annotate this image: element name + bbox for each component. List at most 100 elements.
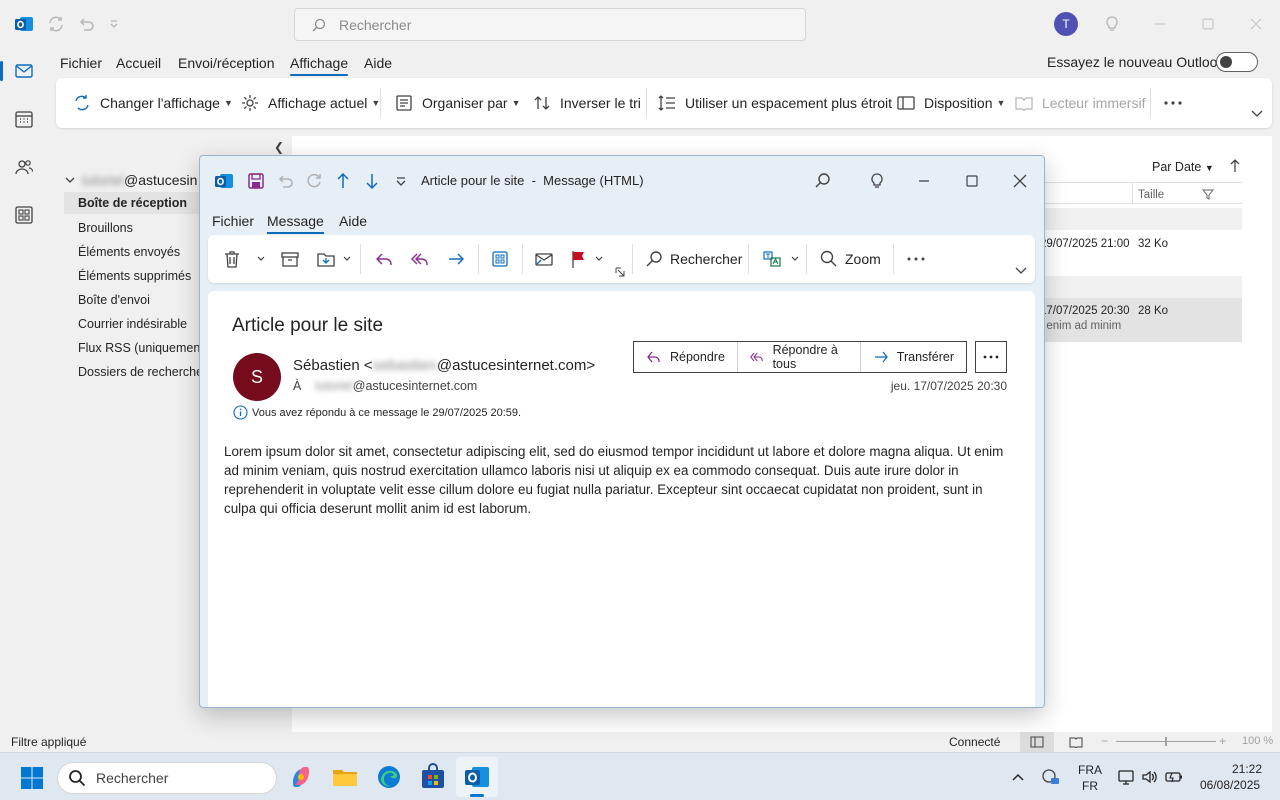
previous-item-icon[interactable] (333, 171, 353, 191)
taskbar-outlook-active[interactable] (456, 757, 498, 797)
account-header[interactable]: tutoriel@astucesin (64, 172, 197, 188)
edge-icon[interactable] (375, 763, 403, 791)
folder-drafts[interactable]: Brouillons (78, 221, 133, 235)
menu-fichier[interactable]: Fichier (60, 55, 102, 71)
rail-people[interactable] (6, 149, 42, 185)
weather-icon[interactable] (1040, 768, 1060, 786)
chevron-down-icon (257, 256, 265, 261)
column-size-header[interactable]: Taille (1138, 189, 1164, 201)
folder-deleted[interactable]: Éléments supprimés (78, 269, 191, 283)
current-view-button[interactable]: Affichage actuel ▼ (240, 92, 380, 114)
list-item-selected[interactable]: 17/07/2025 20:30 28 Ko t enim ad minim (1032, 298, 1242, 342)
immersive-reader-button[interactable]: Lecteur immersif (1014, 92, 1145, 114)
folder-outbox[interactable]: Boîte d'envoi (78, 293, 150, 307)
menu-accueil[interactable]: Accueil (116, 55, 161, 71)
clock-date[interactable]: 06/08/2025 (1200, 778, 1260, 792)
forward-ribbon-button[interactable] (446, 247, 466, 271)
reply-all-ribbon-button[interactable] (410, 247, 430, 271)
more-actions-button[interactable] (975, 341, 1007, 373)
dialog-launcher-icon[interactable] (615, 267, 625, 277)
folder-junk[interactable]: Courrier indésirable (78, 317, 187, 331)
filter-icon[interactable] (1202, 188, 1214, 200)
menu-fichier[interactable]: Fichier (212, 213, 254, 229)
search-input[interactable]: Rechercher (294, 8, 806, 41)
undo-icon[interactable] (275, 171, 295, 191)
clock-time[interactable]: 21:22 (1232, 762, 1262, 776)
zoom-out-icon[interactable]: − (1101, 734, 1108, 748)
store-icon[interactable] (419, 763, 447, 791)
reply-ribbon-button[interactable] (374, 247, 394, 271)
quick-access-dropdown-icon[interactable] (391, 171, 411, 191)
reply-button[interactable]: Répondre (634, 342, 738, 372)
zoom-button[interactable]: Zoom (819, 247, 881, 271)
maximize-icon[interactable] (962, 171, 982, 191)
compact-spacing-button[interactable]: Utiliser un espacement plus étroit (657, 92, 892, 114)
rail-calendar[interactable] (6, 101, 42, 137)
volume-icon[interactable] (1141, 768, 1159, 786)
copilot-icon[interactable] (287, 763, 315, 791)
ribbon-expand-chevron-icon[interactable] (1014, 263, 1028, 277)
lightbulb-icon[interactable] (867, 171, 887, 191)
more-options-button[interactable] (1162, 92, 1184, 114)
avatar[interactable]: T (1054, 12, 1078, 36)
save-icon[interactable] (246, 171, 266, 191)
keyboard-layout[interactable]: FR (1082, 779, 1098, 793)
zoom-in-icon[interactable]: + (1219, 734, 1226, 748)
reverse-sort-button[interactable]: Inverser le tri (532, 92, 641, 114)
collapse-pane-icon[interactable]: ❮ (274, 140, 284, 154)
list-item[interactable]: 29/07/2025 21:00 32 Ko (1032, 236, 1242, 266)
menu-message[interactable]: Message (267, 213, 324, 234)
taskbar-search-input[interactable]: Rechercher (57, 762, 277, 794)
close-icon[interactable] (1010, 171, 1030, 191)
arrange-by-button[interactable]: Organiser par ▼ (394, 92, 521, 114)
normal-view-button[interactable] (1020, 732, 1054, 752)
folder-sent[interactable]: Éléments envoyés (78, 245, 180, 259)
file-explorer-icon[interactable] (331, 763, 359, 791)
next-item-icon[interactable] (362, 171, 382, 191)
delete-button[interactable] (222, 247, 266, 271)
more-options-button[interactable] (905, 247, 927, 271)
sort-direction-icon[interactable] (1228, 158, 1242, 174)
zoom-slider-thumb[interactable] (1165, 737, 1167, 746)
sender-line[interactable]: Sébastien <sebastien@astucesinternet.com… (293, 357, 595, 374)
minimize-icon[interactable] (1150, 14, 1170, 34)
archive-button[interactable] (280, 247, 300, 271)
new-outlook-toggle[interactable] (1216, 52, 1258, 72)
move-button[interactable] (316, 247, 352, 271)
lightbulb-icon[interactable] (1102, 14, 1122, 34)
quick-access-dropdown-icon[interactable] (104, 14, 124, 34)
network-icon[interactable] (1117, 768, 1135, 786)
search-icon[interactable] (813, 171, 833, 191)
close-icon[interactable] (1246, 14, 1266, 34)
sync-icon[interactable] (46, 14, 66, 34)
menu-aide[interactable]: Aide (339, 213, 367, 229)
translate-button[interactable] (762, 247, 800, 271)
change-view-button[interactable]: Changer l'affichage ▼ (72, 92, 233, 114)
folder-rss[interactable]: Flux RSS (uniquement c (78, 341, 213, 355)
sort-dropdown[interactable]: Par Date ▼ (1152, 160, 1214, 174)
language-code[interactable]: FRA (1078, 763, 1102, 777)
chevron-up-icon[interactable] (1011, 770, 1025, 784)
forward-button[interactable]: Transférer (861, 342, 966, 372)
windows-start-icon[interactable] (20, 766, 44, 790)
menu-aide[interactable]: Aide (364, 55, 392, 71)
maximize-icon[interactable] (1198, 14, 1218, 34)
redo-icon[interactable] (304, 171, 324, 191)
reply-all-button[interactable]: Répondre à tous (738, 342, 861, 372)
minimize-icon[interactable] (914, 171, 934, 191)
reading-view-icon[interactable] (1069, 736, 1083, 748)
mark-unread-button[interactable] (534, 247, 554, 271)
sender-avatar[interactable]: S (233, 353, 281, 401)
battery-icon[interactable] (1164, 768, 1184, 786)
menu-affichage[interactable]: Affichage (290, 55, 349, 76)
rail-mail[interactable] (0, 53, 42, 89)
search-ribbon-button[interactable]: Rechercher (644, 247, 742, 271)
layout-button[interactable]: Disposition ▼ (896, 92, 1005, 114)
folder-search[interactable]: Dossiers de recherche (78, 365, 203, 379)
flag-button[interactable] (570, 247, 604, 271)
undo-icon[interactable] (76, 14, 96, 34)
ribbon-expand-chevron-icon[interactable] (1250, 106, 1264, 120)
menu-envoi-reception[interactable]: Envoi/réception (178, 55, 275, 71)
apps-ribbon-button[interactable] (490, 247, 510, 271)
rail-apps[interactable] (6, 197, 42, 233)
